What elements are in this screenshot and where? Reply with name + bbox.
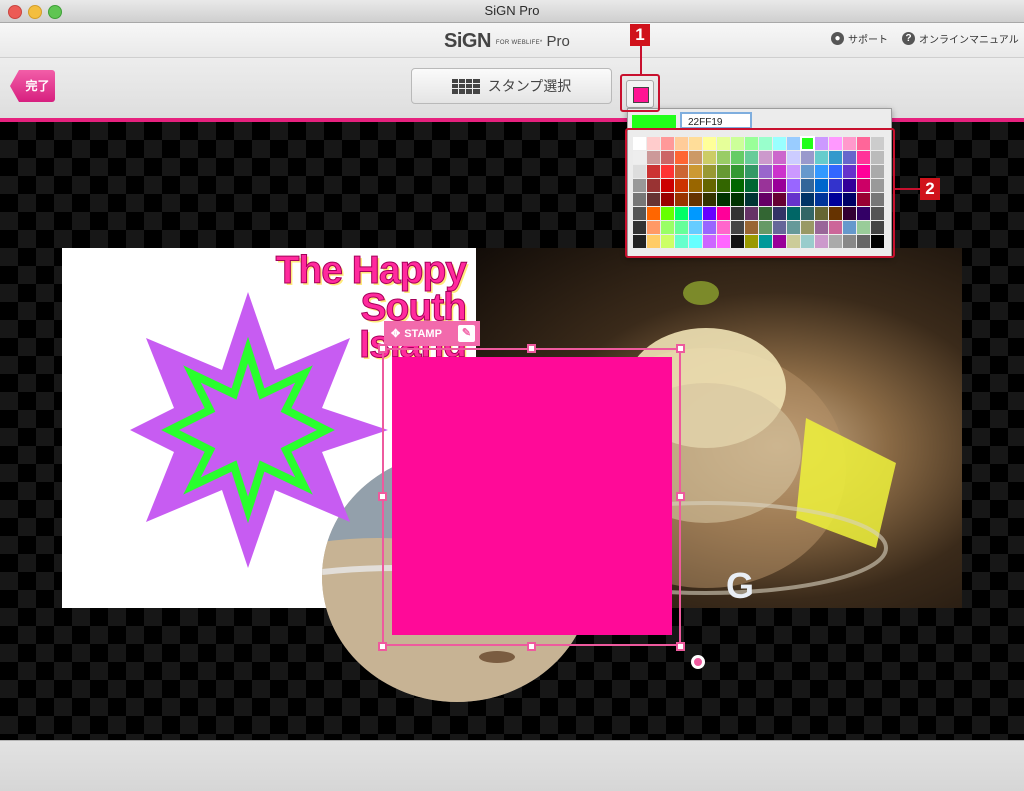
headline-text[interactable]: The Happy South Island: [62, 249, 467, 365]
app-header: SiGN FOR WEBLIFE* Pro ● サポート ? オンラインマニュア…: [0, 23, 1024, 58]
resize-handle-bottom-left[interactable]: [378, 642, 387, 651]
callout-1-line: [640, 46, 642, 74]
callout-2-line: [895, 188, 920, 190]
rotate-handle[interactable]: [691, 655, 705, 669]
callout-2-badge: 2: [920, 178, 940, 200]
logo-tagline: FOR WEBLIFE*: [495, 40, 543, 46]
resize-handle-top-right[interactable]: [676, 344, 685, 353]
move-icon: ✥: [391, 328, 401, 340]
resize-handle-top-left[interactable]: [378, 344, 387, 353]
stamp-tag[interactable]: ✥ STAMP ✎: [384, 321, 480, 346]
bottom-bar: [0, 740, 1024, 791]
minimize-window-button[interactable]: [28, 5, 42, 19]
headline-line: The Happy: [275, 249, 467, 292]
support-link-label: サポート: [848, 35, 888, 46]
logo-suffix: Pro: [546, 33, 570, 50]
person-icon: ●: [831, 32, 844, 45]
done-button[interactable]: 完了: [10, 70, 55, 102]
resize-handle-bottom[interactable]: [527, 642, 536, 651]
window-title: SiGN Pro: [484, 3, 540, 18]
logo-name: SiGN: [444, 30, 491, 52]
resize-handle-top[interactable]: [527, 344, 536, 353]
resize-handle-left[interactable]: [378, 492, 387, 501]
online-manual-link-label: オンラインマニュアル: [919, 35, 1019, 46]
callout-2-frame: [625, 128, 895, 258]
logo-watermark: G: [726, 565, 754, 606]
hex-color-input[interactable]: 22FF19: [680, 112, 752, 129]
stamp-select-button[interactable]: スタンプ選択: [411, 68, 612, 104]
resize-handle-right[interactable]: [676, 492, 685, 501]
support-link[interactable]: ● サポート: [831, 31, 888, 46]
stamp-tag-label: STAMP: [404, 327, 442, 340]
close-window-button[interactable]: [8, 5, 22, 19]
online-manual-link[interactable]: ? オンラインマニュアル: [902, 31, 1019, 46]
help-icon: ?: [902, 32, 915, 45]
app-logo: SiGN FOR WEBLIFE* Pro: [444, 28, 570, 52]
pencil-icon[interactable]: ✎: [458, 325, 475, 342]
callout-1-frame: [620, 74, 660, 112]
grid-icon: [451, 78, 480, 94]
done-button-label: 完了: [25, 79, 50, 93]
zoom-window-button[interactable]: [48, 5, 62, 19]
selected-color-preview: [632, 115, 676, 129]
resize-handle-bottom-right[interactable]: [676, 642, 685, 651]
selection-box[interactable]: [382, 348, 681, 646]
stamp-select-label: スタンプ選択: [487, 78, 572, 94]
callout-1-badge: 1: [630, 24, 650, 46]
window-titlebar: SiGN Pro: [0, 0, 1024, 23]
